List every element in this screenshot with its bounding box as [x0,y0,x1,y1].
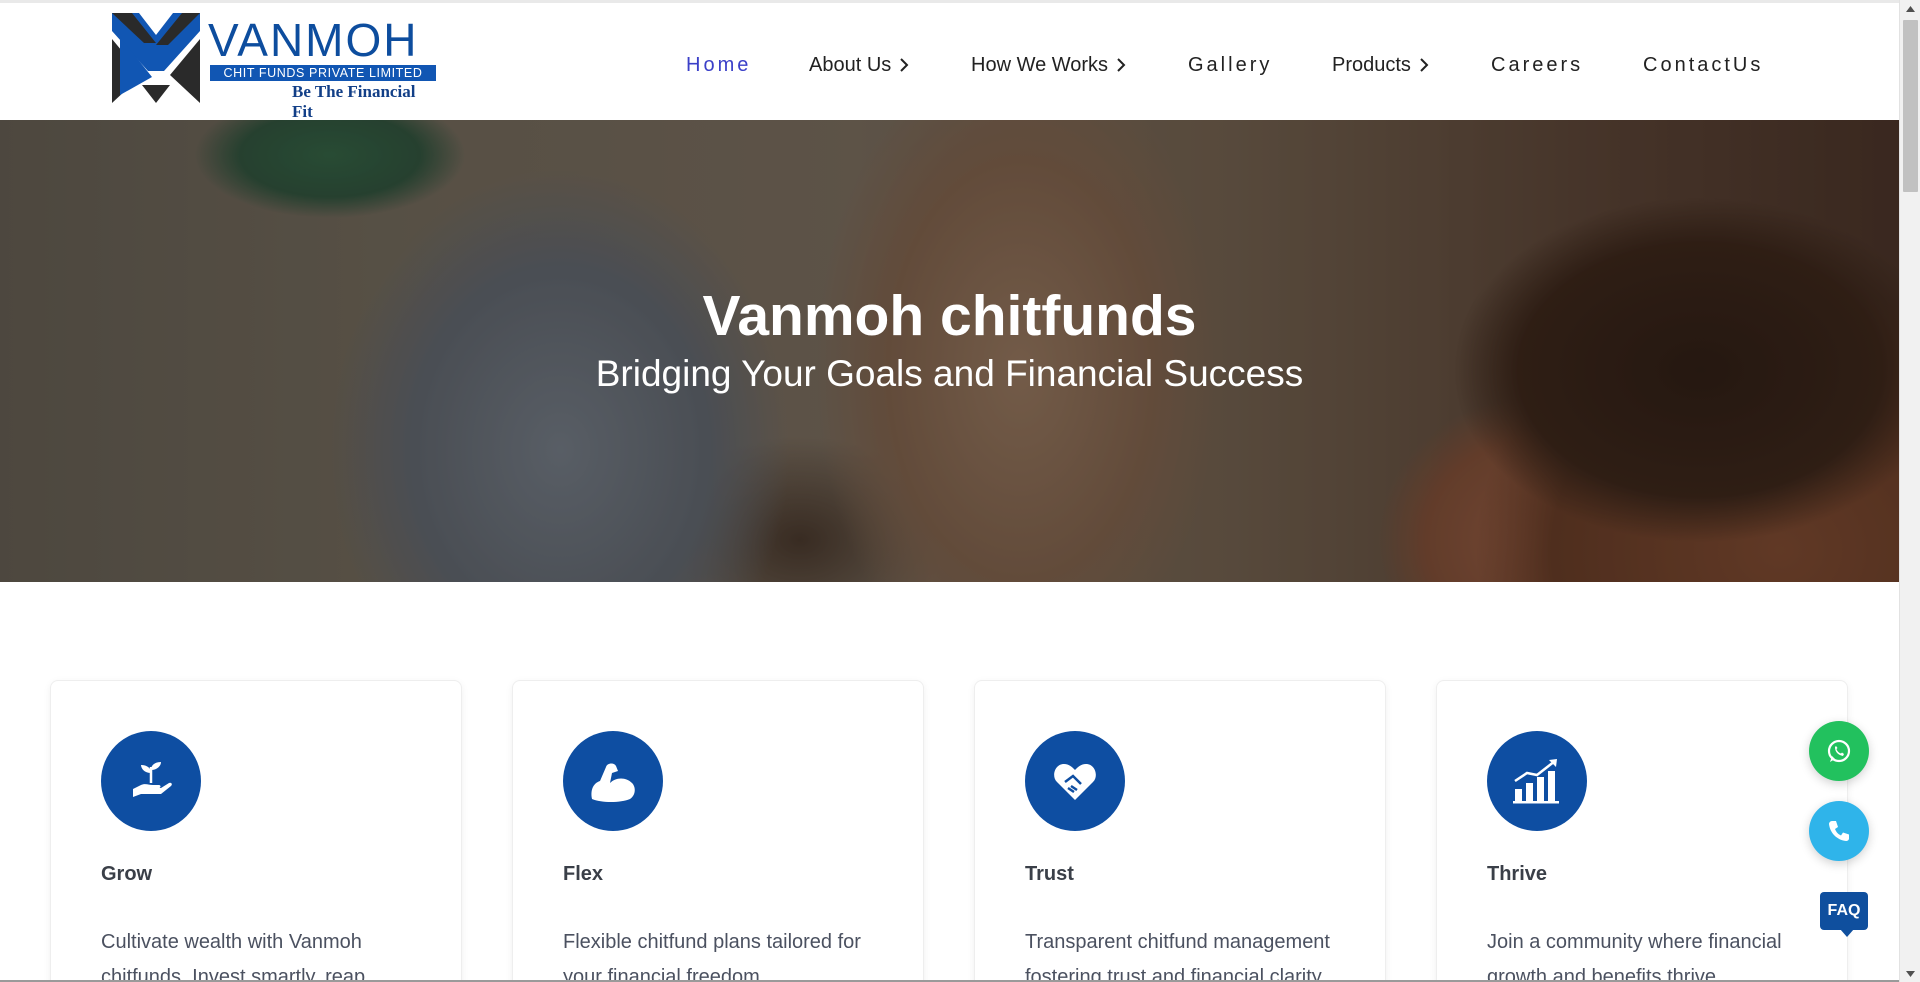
whatsapp-icon [1827,739,1851,763]
whatsapp-button[interactable] [1809,721,1869,781]
hero-overlay [0,120,1899,582]
scrollbar-thumb[interactable] [1903,20,1918,192]
nav-item-about-us[interactable]: About Us [809,51,909,79]
scroll-down-icon[interactable] [1900,965,1920,982]
chevron-right-icon [900,58,909,72]
faq-button[interactable]: FAQ [1820,892,1868,937]
chevron-right-icon [1420,58,1429,72]
nav-item-how-we-works[interactable]: How We Works [971,51,1126,79]
chevron-right-icon [1117,58,1126,72]
page-viewport: VANMOH CHIT FUNDS PRIVATE LIMITED Be The… [0,0,1899,982]
nav-label: Products [1332,54,1411,76]
nav-item-gallery[interactable]: Gallery [1188,51,1272,79]
nav-item-home[interactable]: Home [686,51,751,79]
feature-card-thrive: Thrive Join a community where financial … [1436,680,1848,982]
page-scrollbar[interactable] [1899,0,1920,982]
feature-title: Flex [563,863,604,885]
scroll-up-icon[interactable] [1900,0,1920,17]
site-header: VANMOH CHIT FUNDS PRIVATE LIMITED Be The… [0,3,1899,121]
feature-title: Trust [1025,863,1074,885]
feature-text: Transparent chitfund management fosterin… [1025,931,1330,982]
feature-text: Cultivate wealth with Vanmoh chitfunds. … [101,931,366,982]
hero-subtitle: Bridging Your Goals and Financial Succes… [595,353,1304,394]
brand-subtitle: CHIT FUNDS PRIVATE LIMITED [210,65,436,81]
feature-title: Grow [101,863,153,885]
flexed-arm-icon [563,731,663,831]
brand-logo[interactable]: VANMOH CHIT FUNDS PRIVATE LIMITED Be The… [112,13,437,121]
feature-card-grow: Grow Cultivate wealth with Vanmoh chitfu… [50,680,462,982]
nav-label: Home [686,54,752,76]
hero-banner: Vanmoh chitfunds Bridging Your Goals and… [0,120,1899,582]
nav-label: About Us [809,54,892,76]
growth-chart-icon [1487,731,1587,831]
nav-item-products[interactable]: Products [1332,51,1429,79]
plant-in-hand-icon [101,731,201,831]
nav-label: How We Works [971,54,1109,76]
handshake-heart-icon [1025,731,1125,831]
call-button[interactable] [1809,801,1869,861]
brand-tagline: Be The Financial Fit [292,82,416,121]
feature-card-flex: Flex Flexible chitfund plans tailored fo… [512,680,924,982]
feature-card-trust: Trust Transparent chitfund management fo… [974,680,1386,982]
brand-name: VANMOH [208,14,419,66]
feature-title: Thrive [1487,863,1548,885]
nav-label: Gallery [1188,54,1273,76]
phone-icon [1829,821,1849,841]
logo-mark-icon [112,13,200,103]
hero-title: Vanmoh chitfunds [702,284,1197,348]
nav-label: ContactUs [1643,54,1764,76]
nav-label: Careers [1491,54,1584,76]
feature-text: Flexible chitfund plans tailored for you… [563,931,861,982]
nav-item-careers[interactable]: Careers [1491,51,1583,79]
nav-item-contact-us[interactable]: ContactUs [1643,51,1763,79]
feature-text: Join a community where financial growth … [1487,931,1782,982]
